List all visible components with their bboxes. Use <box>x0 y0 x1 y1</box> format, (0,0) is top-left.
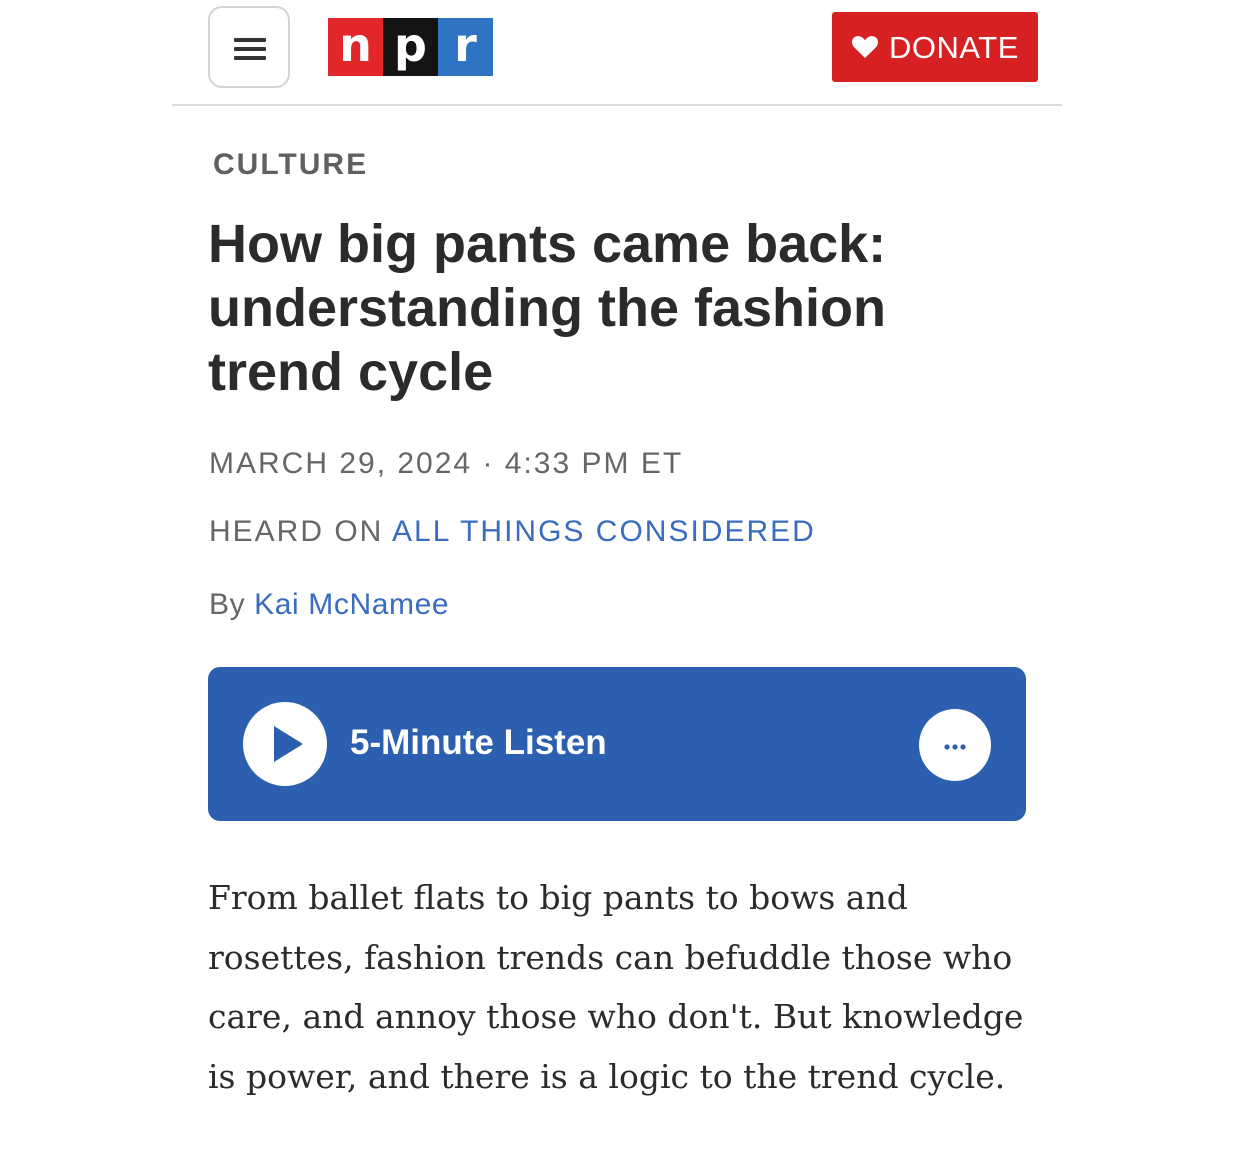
player-title: 5-Minute Listen <box>350 723 607 762</box>
show-link[interactable]: ALL THINGS CONSIDERED <box>392 515 816 548</box>
logo-letter-n: n <box>328 18 383 76</box>
npr-logo[interactable]: n p r <box>328 18 493 76</box>
play-button[interactable] <box>243 702 327 786</box>
article-headline: How big pants came back: understanding t… <box>208 214 887 402</box>
author-link[interactable]: Kai McNamee <box>254 588 449 621</box>
donate-label: DONATE <box>889 29 1019 65</box>
heart-icon <box>851 35 879 59</box>
play-icon <box>274 726 303 762</box>
donate-button[interactable]: DONATE <box>832 12 1038 82</box>
more-options-icon <box>944 744 966 750</box>
logo-letter-p: p <box>383 18 438 76</box>
audio-player: 5-Minute Listen <box>208 667 1026 821</box>
heard-on-prefix: HEARD ON <box>209 515 384 548</box>
site-header: n p r DONATE <box>172 0 1062 106</box>
byline-prefix: By <box>209 588 246 621</box>
logo-letter-r: r <box>438 18 493 76</box>
more-options-button[interactable] <box>919 709 991 781</box>
byline: By Kai McNamee <box>209 588 449 622</box>
section-label[interactable]: CULTURE <box>213 148 368 182</box>
article-dateline: MARCH 29, 2024 · 4:33 PM ET <box>209 447 684 480</box>
article-paragraph: From ballet flats to big pants to bows a… <box>208 878 1024 1096</box>
menu-button[interactable] <box>208 6 290 88</box>
heard-on-line: HEARD ON ALL THINGS CONSIDERED <box>209 515 816 549</box>
